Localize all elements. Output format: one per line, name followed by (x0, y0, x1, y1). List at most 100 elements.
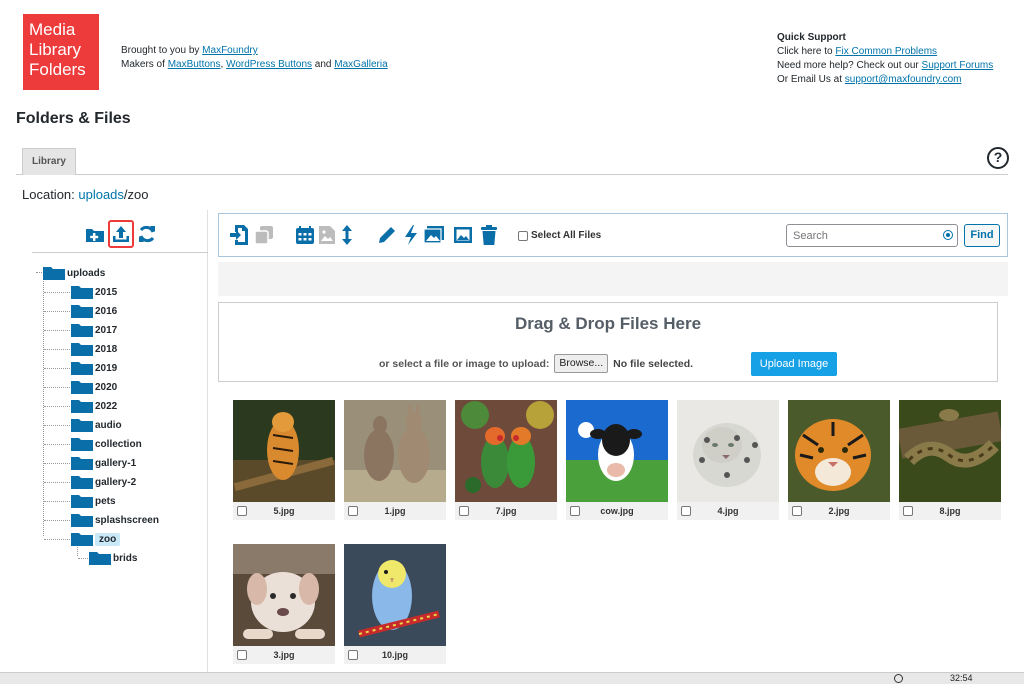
refresh-icon[interactable] (134, 220, 160, 248)
location-uploads-link[interactable]: uploads (78, 187, 124, 202)
folder-icon (71, 457, 93, 470)
snake-image[interactable] (899, 400, 1001, 502)
tree-item-2015[interactable]: 2015 (71, 283, 117, 301)
maxgalleria-link[interactable]: MaxGalleria (334, 59, 387, 70)
help-icon[interactable]: ? (987, 147, 1009, 169)
support-line2-text: Need more help? Check out our (777, 60, 922, 71)
snow-leopard-image[interactable] (677, 400, 779, 502)
tree-item-zoo[interactable]: zoo (71, 530, 121, 548)
copy-icon[interactable] (253, 223, 275, 247)
tree-label: brids (113, 552, 138, 564)
calendar-sort-icon[interactable] (294, 223, 316, 247)
tree-item-audio[interactable]: audio (71, 416, 122, 434)
file-caption: 2.jpg (788, 502, 890, 520)
file-thumbnail[interactable]: 1.jpg (344, 400, 446, 522)
support-line1-text: Click here to (777, 46, 836, 57)
regenerate-icon[interactable] (400, 223, 422, 247)
logo-line-2: Library (29, 40, 81, 59)
file-thumbnail[interactable]: 2.jpg (788, 400, 890, 522)
file-name: 1.jpg (384, 506, 406, 516)
select-all-files[interactable]: Select All Files (518, 230, 601, 241)
tree-item-2019[interactable]: 2019 (71, 359, 117, 377)
tree-item-pets[interactable]: pets (71, 492, 116, 510)
file-caption: 10.jpg (344, 646, 446, 664)
file-name: 3.jpg (273, 650, 295, 660)
browse-button[interactable]: Browse... (554, 354, 609, 373)
file-thumbnail[interactable]: 4.jpg (677, 400, 779, 522)
tree-item-gallery-2[interactable]: gallery-2 (71, 473, 136, 491)
file-name: 7.jpg (495, 506, 517, 516)
file-checkbox[interactable] (237, 650, 247, 660)
tree-item-brids[interactable]: brids (89, 549, 137, 567)
tree-item-uploads[interactable]: uploads (43, 264, 105, 282)
wordpress-buttons-link[interactable]: WordPress Buttons (226, 59, 312, 70)
tiger-on-log-image[interactable] (233, 400, 335, 502)
fix-common-problems-link[interactable]: Fix Common Problems (835, 46, 937, 57)
tree-label: 2016 (95, 305, 118, 317)
tree-item-2018[interactable]: 2018 (71, 340, 117, 358)
puppy-image[interactable] (233, 544, 335, 646)
upload-image-button[interactable]: Upload Image (751, 352, 837, 376)
file-checkbox[interactable] (903, 506, 913, 516)
tree-item-collection[interactable]: collection (71, 435, 142, 453)
tree-item-gallery-1[interactable]: gallery-1 (71, 454, 136, 472)
file-caption: 4.jpg (677, 502, 779, 520)
add-folder-icon[interactable] (82, 220, 108, 248)
support-forums-link[interactable]: Support Forums (922, 60, 994, 71)
maxfoundry-link[interactable]: MaxFoundry (202, 45, 258, 56)
tree-item-2022[interactable]: 2022 (71, 397, 117, 415)
sort-order-icon[interactable] (336, 223, 358, 247)
image-sort-icon[interactable] (316, 223, 338, 247)
select-all-checkbox[interactable] (518, 230, 528, 241)
tree-item-2016[interactable]: 2016 (71, 302, 117, 320)
edit-image-icon[interactable] (452, 223, 474, 247)
folder-icon (71, 286, 93, 299)
logo-line-1: Media (29, 20, 76, 39)
kangaroos-image[interactable] (344, 400, 446, 502)
budgie-image[interactable] (344, 544, 446, 646)
tree-item-2020[interactable]: 2020 (71, 378, 117, 396)
location-breadcrumb: Location: uploads/zoo (22, 187, 149, 202)
file-thumbnail[interactable]: 10.jpg (344, 544, 446, 666)
file-checkbox[interactable] (681, 506, 691, 516)
search-clear-icon[interactable] (943, 230, 953, 240)
upload-dropzone[interactable]: Drag & Drop Files Here or select a file … (218, 302, 998, 382)
brought-text: Brought to you by (121, 45, 203, 56)
file-thumbnail[interactable]: 7.jpg (455, 400, 557, 522)
file-checkbox[interactable] (570, 506, 580, 516)
file-thumbnail[interactable]: 3.jpg (233, 544, 335, 666)
speaker-icon (894, 674, 903, 683)
folder-icon (71, 324, 93, 337)
tree-item-splashscreen[interactable]: splashscreen (71, 511, 159, 529)
trash-icon[interactable] (478, 223, 500, 247)
file-checkbox[interactable] (348, 506, 358, 516)
find-button[interactable]: Find (964, 224, 1000, 247)
upload-prompt: or select a file or image to upload: (379, 357, 550, 370)
file-checkbox[interactable] (348, 650, 358, 660)
cow-image[interactable] (566, 400, 668, 502)
rename-icon[interactable] (376, 223, 398, 247)
tab-library[interactable]: Library (22, 148, 76, 175)
file-thumbnail[interactable]: 8.jpg (899, 400, 1001, 522)
file-caption: cow.jpg (566, 502, 668, 520)
location-path: /zoo (123, 187, 149, 202)
upload-icon[interactable] (108, 220, 134, 248)
gallery-icon[interactable] (423, 223, 445, 247)
maxbuttons-link[interactable]: MaxButtons (168, 59, 221, 70)
lovebirds-image[interactable] (455, 400, 557, 502)
file-checkbox[interactable] (237, 506, 247, 516)
tiger-face-image[interactable] (788, 400, 890, 502)
file-checkbox[interactable] (792, 506, 802, 516)
move-icon[interactable] (228, 223, 250, 247)
file-checkbox[interactable] (459, 506, 469, 516)
search-box (786, 224, 958, 247)
tree-label: splashscreen (95, 514, 159, 526)
file-thumbnail[interactable]: cow.jpg (566, 400, 668, 522)
file-thumbnail[interactable]: 5.jpg (233, 400, 335, 522)
search-input[interactable] (787, 225, 932, 246)
support-email-link[interactable]: support@maxfoundry.com (845, 74, 962, 85)
file-caption: 8.jpg (899, 502, 1001, 520)
tree-item-2017[interactable]: 2017 (71, 321, 117, 339)
folder-tree-panel: uploads 2015 2016 2017 2018 2019 2020 2022 audi… (16, 210, 208, 674)
file-name: 5.jpg (273, 506, 295, 516)
